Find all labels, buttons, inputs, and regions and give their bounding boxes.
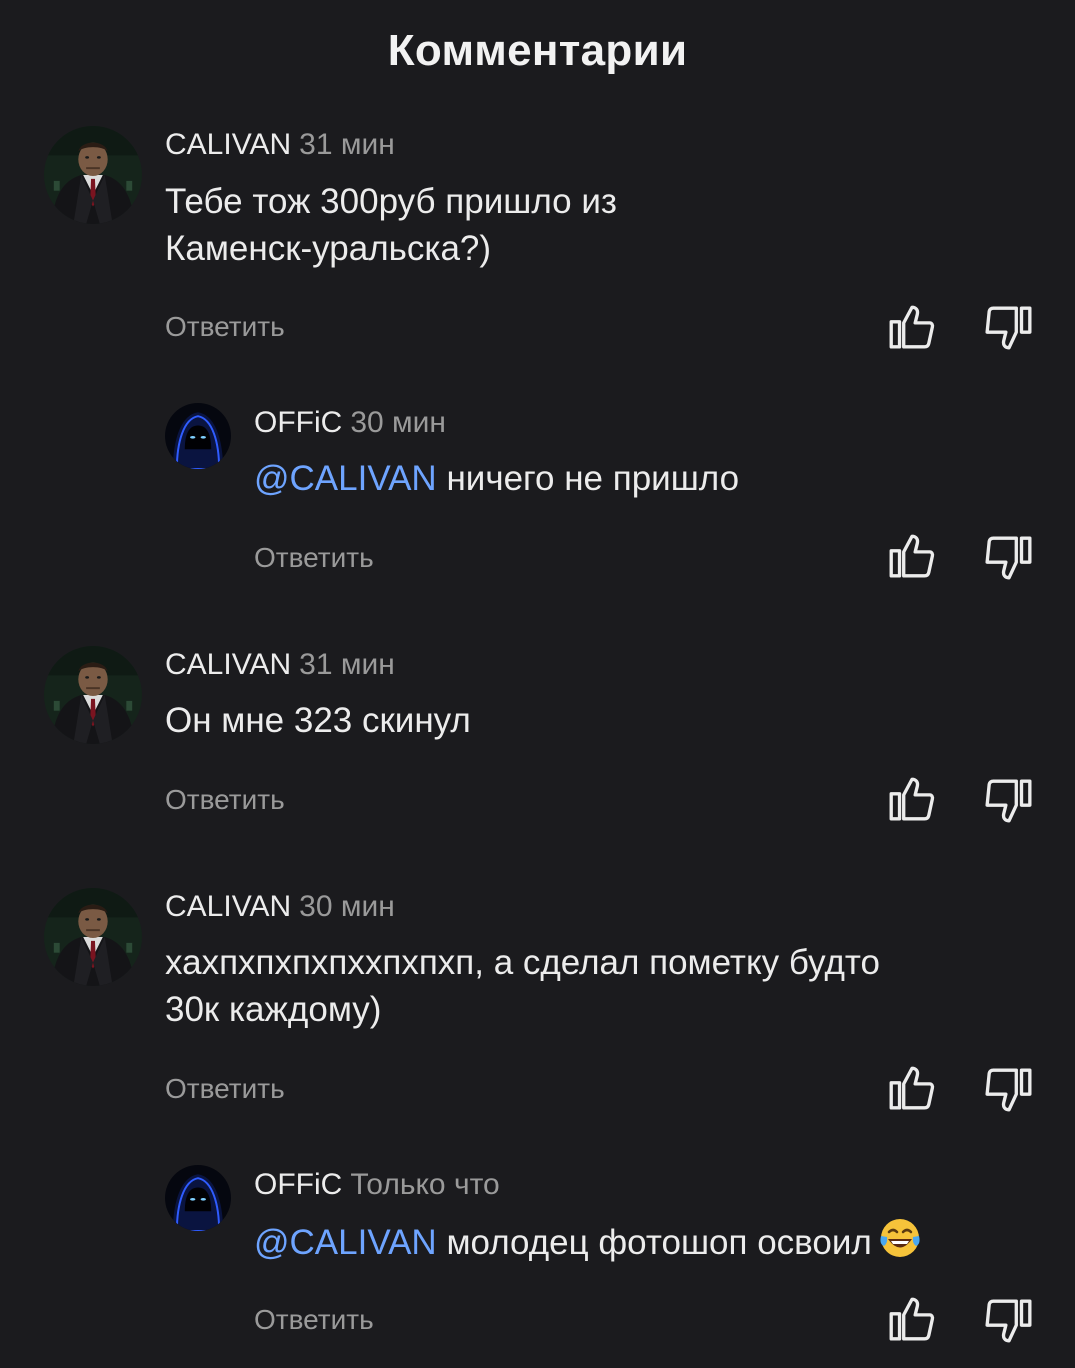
tears-of-joy-emoji-icon [878, 1216, 922, 1272]
comment-text-body: ничего не пришло [446, 459, 740, 498]
thumbs-down-icon[interactable] [984, 1296, 1034, 1346]
thumbs-down-icon[interactable] [984, 533, 1034, 583]
comment-meta: OFFiC 30 мин [254, 406, 446, 440]
comment-text-body: молодец фотошоп освоил [446, 1223, 872, 1262]
avatar[interactable] [165, 1165, 231, 1231]
comment-author[interactable]: CALIVAN [165, 128, 291, 161]
comment-time: 31 мин [299, 648, 395, 681]
comment-author[interactable]: OFFiC [254, 1168, 342, 1201]
thumbs-down-icon[interactable] [984, 1065, 1034, 1115]
thumbs-down-icon[interactable] [984, 776, 1034, 826]
thumbs-up-icon[interactable] [886, 773, 936, 823]
comment-text: хахпхпхпхпххпхпхп, а сделал пометку будт… [165, 943, 881, 1029]
user-mention-link[interactable]: @CALIVAN [254, 459, 437, 498]
comment-time: 31 мин [299, 128, 395, 161]
comment-author[interactable]: OFFiC [254, 406, 342, 439]
reply-button[interactable]: Ответить [254, 1304, 374, 1336]
comment-text: @CALIVAN молодец фотошоп освоил [254, 1216, 922, 1272]
thumbs-up-icon[interactable] [886, 1062, 936, 1112]
comment-meta: CALIVAN 31 мин [165, 128, 395, 162]
comment-time: 30 мин [299, 890, 395, 923]
comment-text: Он мне 323 скинул [165, 701, 471, 740]
comment-meta: OFFiC Только что [254, 1168, 500, 1202]
comment-author[interactable]: CALIVAN [165, 648, 291, 681]
comment-time: 30 мин [350, 406, 446, 439]
comment-meta: CALIVAN 31 мин [165, 648, 395, 682]
comment-author[interactable]: CALIVAN [165, 890, 291, 923]
page-title: Комментарии [387, 26, 688, 75]
reply-button[interactable]: Ответить [165, 311, 285, 343]
thumbs-up-icon[interactable] [886, 301, 936, 351]
comment-time: Только что [350, 1168, 500, 1201]
comment-text: @CALIVAN ничего не пришло [254, 455, 739, 502]
comment-text: Тебе тож 300руб пришло из Каменск-уральс… [165, 182, 617, 268]
reply-button[interactable]: Ответить [165, 784, 285, 816]
avatar[interactable] [44, 126, 142, 224]
user-mention-link[interactable]: @CALIVAN [254, 1223, 437, 1262]
reply-button[interactable]: Ответить [165, 1073, 285, 1105]
thumbs-down-icon[interactable] [984, 303, 1034, 353]
reply-button[interactable]: Ответить [254, 542, 374, 574]
comment-meta: CALIVAN 30 мин [165, 890, 395, 924]
avatar[interactable] [44, 646, 142, 744]
avatar[interactable] [165, 403, 231, 469]
thumbs-up-icon[interactable] [886, 530, 936, 580]
thumbs-up-icon[interactable] [886, 1293, 936, 1343]
avatar[interactable] [44, 888, 142, 986]
